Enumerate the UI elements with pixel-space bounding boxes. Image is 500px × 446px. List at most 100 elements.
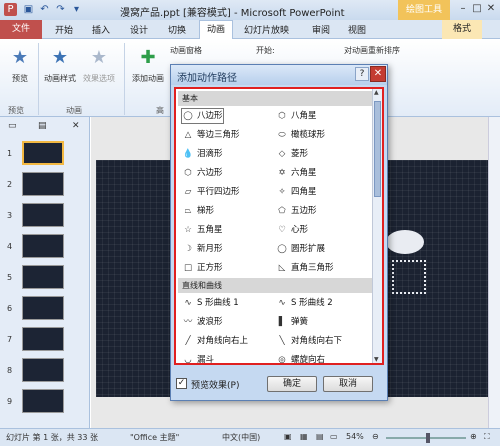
motion-path-item[interactable]: ✡ 六角星 (276, 166, 316, 180)
motion-path-item[interactable]: ∿ S 形曲线 2 (276, 296, 332, 310)
motion-path-item[interactable]: ✧ 四角星 (276, 185, 316, 199)
path-shape-icon: ♡ (278, 225, 286, 235)
slide-thumbnail[interactable] (22, 296, 64, 320)
add-animation-button[interactable]: ✚ 添加动画 (130, 47, 166, 84)
zoom-level[interactable]: 54% (346, 432, 364, 441)
tab-transitions[interactable]: 切换 (168, 23, 186, 36)
path-label: 平行四边形 (197, 187, 240, 197)
motion-path-item[interactable]: 💧 泪滴形 (182, 147, 223, 161)
tab-slideshow[interactable]: 幻灯片放映 (244, 23, 289, 36)
minimize-icon[interactable]: – (456, 2, 470, 16)
list-scrollbar[interactable]: ▲ ▼ (372, 89, 382, 363)
cancel-button[interactable]: 取消 (323, 376, 373, 392)
motion-path-item[interactable]: ◯ 圆形扩展 (276, 242, 325, 256)
star-icon: ★ (11, 47, 29, 68)
slide-sorter-icon[interactable]: ▦ (300, 432, 308, 441)
motion-path-list[interactable]: 基本 ◯ 八边形 ⬡ 八角星 △ 等边三角形 ⬭ 橄榄球形 💧 泪滴形 ◇ 菱形 ⬡ 六边形 ✡ 六角星 ▱ 平行… (174, 87, 384, 365)
path-shape-icon: ☆ (184, 225, 192, 235)
zoom-slider-thumb[interactable] (426, 433, 430, 443)
fit-window-icon[interactable]: ⛶ (484, 432, 490, 442)
motion-path-item[interactable]: ⬠ 五边形 (276, 204, 317, 218)
list-scrollbar-thumb[interactable] (374, 101, 381, 197)
language[interactable]: 中文(中国) (222, 432, 260, 443)
tab-file[interactable]: 文件 (0, 20, 42, 39)
save-icon[interactable]: ▣ (22, 3, 35, 16)
motion-path-item[interactable]: ⏢ 梯形 (182, 204, 214, 218)
zoom-in-icon[interactable]: ⊕ (470, 432, 477, 441)
motion-path-item[interactable]: ∿ S 形曲线 1 (182, 296, 238, 310)
motion-path-item[interactable]: △ 等边三角形 (182, 128, 240, 142)
motion-path-item[interactable]: □ 正方形 (182, 261, 223, 275)
close-icon[interactable]: ✕ (370, 66, 386, 82)
motion-path-item[interactable]: ▌ 弹簧 (276, 315, 308, 329)
animation-pane-label: 动画窗格 (170, 46, 202, 55)
effect-options-button[interactable]: ★ 效果选项 (80, 47, 118, 84)
motion-path-item[interactable]: ╱ 对角线向右上 (182, 334, 248, 348)
slide-thumbnail[interactable] (22, 141, 64, 165)
group-preview-label: 预览 (8, 106, 24, 115)
outline-tab[interactable]: ▭ (8, 121, 17, 131)
slideshow-icon[interactable]: ▭ (330, 432, 338, 441)
motion-path-item[interactable]: ◺ 直角三角形 (276, 261, 334, 275)
vertical-scrollbar[interactable] (488, 117, 500, 428)
close-window-icon[interactable]: ✕ (484, 2, 498, 16)
motion-path-item[interactable]: ⬡ 六边形 (182, 166, 222, 180)
motion-path-item[interactable]: ☆ 五角星 (182, 223, 222, 237)
tab-view[interactable]: 视图 (348, 23, 366, 36)
animation-styles-button[interactable]: ★ 动画样式 (42, 47, 78, 84)
slides-tab[interactable]: ▤ (38, 121, 47, 131)
path-shape-icon: ╲ (279, 336, 285, 346)
scroll-down-icon[interactable]: ▼ (374, 356, 379, 363)
path-label: 菱形 (291, 149, 309, 159)
path-label: 对角线向右上 (197, 336, 249, 346)
tab-review[interactable]: 审阅 (312, 23, 330, 36)
tab-animations[interactable]: 动画 (199, 20, 233, 39)
normal-view-icon[interactable]: ▣ (284, 432, 292, 441)
motion-path-item[interactable]: ◎ 螺旋向右 (276, 353, 325, 363)
motion-path-item[interactable]: ☽ 新月形 (182, 242, 222, 256)
path-label: 正方形 (197, 263, 223, 273)
animation-pane-button[interactable]: 动画窗格 (170, 45, 202, 56)
help-icon[interactable]: ? (355, 67, 369, 81)
tab-insert[interactable]: 插入 (92, 23, 110, 36)
undo-icon[interactable]: ↶ (38, 3, 51, 16)
slide-thumbnail[interactable] (22, 389, 64, 413)
slide-thumbnail[interactable] (22, 265, 64, 289)
path-shape-icon: ⏢ (184, 206, 192, 216)
status-bar: 幻灯片 第 1 张，共 33 张 "Office 主题" 中文(中国) ▣ ▦ … (0, 428, 500, 446)
motion-path-item[interactable]: ◇ 菱形 (276, 147, 308, 161)
slide-thumbnail[interactable] (22, 203, 64, 227)
motion-path-item[interactable]: ⬡ 八角星 (276, 109, 316, 123)
motion-path-item[interactable]: ╲ 对角线向右下 (276, 334, 342, 348)
drawing-tools-label: 绘图工具 (398, 0, 450, 20)
motion-path-item[interactable]: ◯ 八边形 (181, 108, 224, 124)
motion-path-item[interactable]: ▱ 平行四边形 (182, 185, 240, 199)
slide-thumbnail[interactable] (22, 358, 64, 382)
tab-home[interactable]: 开始 (55, 23, 73, 36)
zoom-out-icon[interactable]: ⊖ (372, 432, 379, 441)
tab-design[interactable]: 设计 (130, 23, 148, 36)
slide-selected-shape[interactable] (392, 260, 426, 294)
motion-path-item[interactable]: 〰波浪形 (182, 315, 223, 329)
add-animation-icon: ✚ (140, 47, 156, 68)
add-animation-label: 添加动画 (132, 74, 164, 83)
reading-view-icon[interactable]: ▤ (316, 432, 324, 441)
slide-thumbnail[interactable] (22, 327, 64, 351)
tab-format[interactable]: 格式 (442, 20, 482, 39)
path-label: 泪滴形 (197, 149, 223, 159)
slide-thumbnail[interactable] (22, 172, 64, 196)
motion-path-item[interactable]: ⬭ 橄榄球形 (276, 128, 325, 142)
scroll-up-icon[interactable]: ▲ (374, 89, 379, 96)
motion-path-item[interactable]: ♡ 心形 (276, 223, 308, 237)
path-label: 五边形 (291, 206, 317, 216)
path-label: 弹簧 (291, 317, 309, 327)
preview-button[interactable]: ★ 预览 (6, 47, 34, 84)
redo-icon[interactable]: ↷ (54, 3, 67, 16)
maximize-icon[interactable]: □ (470, 2, 484, 16)
motion-path-item[interactable]: ◡ 漏斗 (182, 353, 214, 363)
ok-button[interactable]: 确定 (267, 376, 317, 392)
panel-close-icon[interactable]: ✕ (72, 121, 80, 131)
preview-checkbox[interactable]: ✓ (176, 378, 187, 389)
slide-thumbnail[interactable] (22, 234, 64, 258)
qat-dropdown-icon[interactable]: ▾ (70, 3, 83, 16)
